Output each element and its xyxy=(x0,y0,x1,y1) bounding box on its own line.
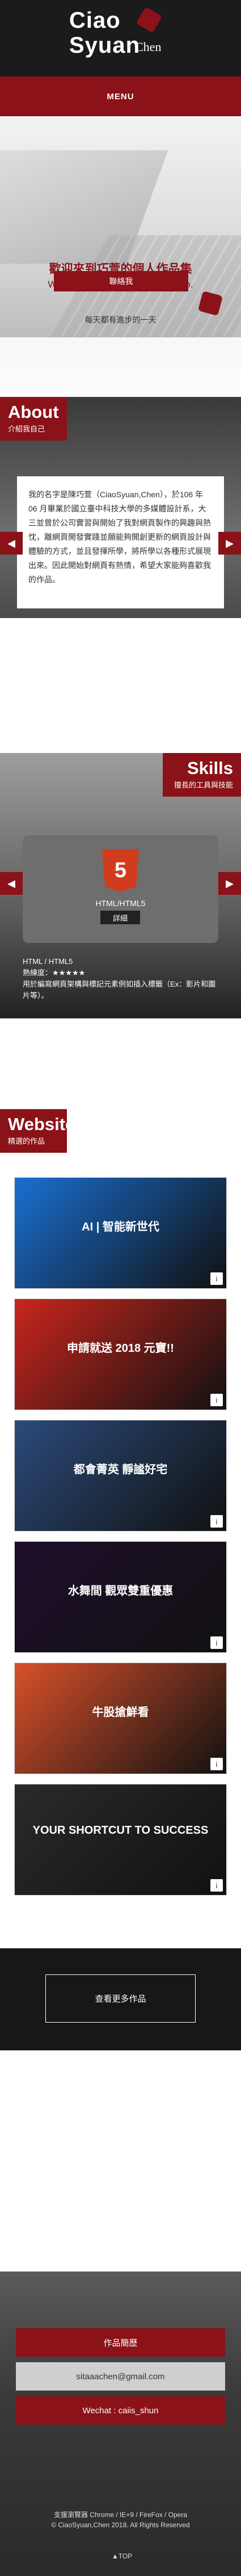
skill-detail-button[interactable]: 詳細 xyxy=(100,911,140,924)
website-subheading: 精選的作品 xyxy=(8,1137,45,1145)
portfolio-resume-link[interactable]: 作品簡歷 xyxy=(16,2328,225,2357)
skills-next-arrow-icon[interactable]: ▶ xyxy=(218,872,241,895)
hero-subtitle: 每天都有進步的一天 xyxy=(84,315,157,324)
skill-info-desc: 用於編寫網頁架構與標記元素例如插入標籤（Ex：影片和圖片等）。 xyxy=(23,980,216,1000)
ai-event-shot[interactable]: AI | 智能新世代 i xyxy=(14,1177,227,1289)
info-icon[interactable]: i xyxy=(210,1272,223,1285)
contact-button[interactable]: 聯絡我 xyxy=(54,271,188,291)
show-shot[interactable]: 水舞間 觀眾雙重優惠 i xyxy=(14,1541,227,1653)
logo-line1: Ciao xyxy=(69,8,121,33)
shot-caption: 牛股搶鮮看 xyxy=(92,1706,149,1719)
copyright-text: © CiaoSyuan,Chen 2018. All Rights Reserv… xyxy=(51,2521,190,2529)
info-icon[interactable]: i xyxy=(210,1879,223,1892)
more-works-button[interactable]: 查看更多作品 xyxy=(45,1974,196,2023)
skills-heading: Skills xyxy=(187,758,233,778)
browser-support-text: 支援瀏覽器 Chrome / IE+9 / FireFox / Opera xyxy=(53,2511,188,2519)
about-banner: About 介紹我自己 xyxy=(0,397,67,441)
site-header: Ciao Syuan Chen xyxy=(0,0,241,77)
about-next-arrow-icon[interactable]: ▶ xyxy=(218,532,241,555)
email-link[interactable]: sitaaachen@gmail.com xyxy=(16,2362,225,2391)
shot-caption: 都會菁英 靜謐好宅 xyxy=(73,1463,168,1476)
shot-caption: YOUR SHORTCUT TO SUCCESS xyxy=(32,1824,209,1837)
info-icon[interactable]: i xyxy=(210,1758,223,1770)
skill-info: HTML / HTML5 熟練度：★★★★★ 用於編寫網頁架構與標記元素例如插入… xyxy=(23,956,218,1001)
website-shots: AI | 智能新世代 i 申請就送 2018 元寶!! i 都會菁英 靜謐好宅 i 水舞間 … xyxy=(14,1177,227,1905)
skill-card-label: HTML/HTML5 xyxy=(95,899,146,908)
skill-info-title: HTML / HTML5 xyxy=(23,957,73,966)
about-heading: About xyxy=(8,402,59,422)
menu-label[interactable]: MENU xyxy=(107,92,134,101)
puzzle-icon xyxy=(136,6,163,33)
site-logo[interactable]: Ciao Syuan Chen xyxy=(67,6,175,65)
skill-info-level: 熟練度：★★★★★ xyxy=(23,968,86,977)
website-banner: Website 精選的作品 xyxy=(0,1109,75,1153)
niu-shot[interactable]: 牛股搶鮮看 i xyxy=(14,1663,227,1774)
logo-script: Chen xyxy=(135,40,162,54)
skills-banner: Skills 擅長的工具與技能 xyxy=(163,753,241,797)
skills-section: Skills 擅長的工具與技能 5 HTML/HTML5 詳細 ◀ ▶ HTML… xyxy=(0,753,241,1018)
more-works-area: 查看更多作品 xyxy=(0,1948,241,2050)
2018-new-year-shot[interactable]: 申請就送 2018 元寶!! i xyxy=(14,1298,227,1410)
shot-caption: AI | 智能新世代 xyxy=(82,1221,159,1233)
info-icon[interactable]: i xyxy=(210,1515,223,1528)
property-shot[interactable]: 都會菁英 靜謐好宅 i xyxy=(14,1420,227,1532)
website-heading: Website xyxy=(8,1114,75,1134)
about-body: 我的名字是陳巧萱（CiaoSyuan,Chen），於106 年 06 月畢業於國… xyxy=(28,490,211,584)
about-subheading: 介紹我自己 xyxy=(8,425,45,433)
info-icon[interactable]: i xyxy=(210,1394,223,1406)
footer-copy: 支援瀏覽器 Chrome / IE+9 / FireFox / Opera © … xyxy=(0,2510,241,2530)
shot-caption: 申請就送 2018 元寶!! xyxy=(67,1342,174,1355)
info-icon[interactable]: i xyxy=(210,1636,223,1649)
success-shot[interactable]: YOUR SHORTCUT TO SUCCESS i xyxy=(14,1784,227,1896)
about-prev-arrow-icon[interactable]: ◀ xyxy=(0,532,23,555)
logo-line2: Syuan xyxy=(69,33,141,58)
skill-card: 5 HTML/HTML5 詳細 xyxy=(23,835,218,943)
site-footer: 作品簡歷 sitaaachen@gmail.com Wechat : caiis… xyxy=(0,2272,241,2576)
about-card: 我的名字是陳巧萱（CiaoSyuan,Chen），於106 年 06 月畢業於國… xyxy=(17,476,224,608)
shot-caption: 水舞間 觀眾雙重優惠 xyxy=(67,1585,174,1597)
website-section: Website 精選的作品 AI | 智能新世代 i 申請就送 2018 元寶!! i… xyxy=(0,1109,241,2272)
page: Ciao Syuan Chen MENU 歡迎來到巧萱的個人作品集 Welcom… xyxy=(0,0,241,2576)
back-to-top-button[interactable]: ▲TOP xyxy=(111,2552,133,2560)
skills-prev-arrow-icon[interactable]: ◀ xyxy=(0,872,23,895)
menu-bar[interactable]: MENU xyxy=(0,77,241,116)
about-section: About 介紹我自己 我的名字是陳巧萱（CiaoSyuan,Chen），於10… xyxy=(0,397,241,618)
wechat-link[interactable]: Wechat : caiis_shun xyxy=(16,2396,225,2425)
html5-icon: 5 xyxy=(102,849,139,892)
skills-subheading: 擅長的工具與技能 xyxy=(174,781,233,789)
